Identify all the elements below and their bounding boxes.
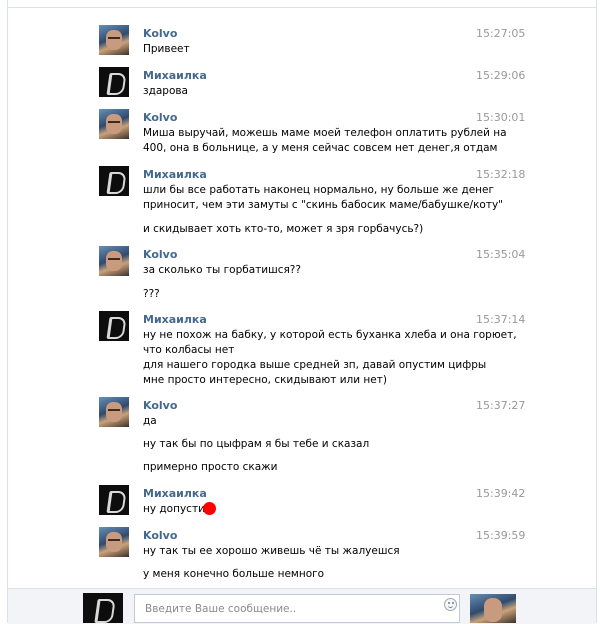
message-time: 15:39:59 <box>476 529 526 542</box>
message-time: 15:35:04 <box>476 248 526 261</box>
left-border <box>7 0 8 623</box>
message-time: 15:32:18 <box>476 168 526 181</box>
message-text: ну так бы по цыфрам я бы тебе и сказал <box>143 438 370 450</box>
my-avatar[interactable] <box>83 593 123 623</box>
avatar-kolvo[interactable] <box>99 397 129 427</box>
message-time: 15:39:42 <box>476 487 526 500</box>
message-time: 15:27:05 <box>476 27 526 40</box>
message-text: и скидывает хоть кто-то, может я зря гор… <box>143 223 424 235</box>
message-text: что колбасы нет <box>143 344 235 356</box>
message-text: Привеет <box>143 43 190 55</box>
message-text: шли бы все работать наконец нормально, н… <box>143 184 495 196</box>
message-text: да <box>143 415 157 427</box>
message-text: ну не похож на бабку, у которой есть бух… <box>143 329 517 341</box>
red-dot-icon <box>203 502 216 515</box>
author-name[interactable]: Kolvo <box>143 248 177 261</box>
right-border <box>596 0 597 623</box>
message-input[interactable] <box>143 600 437 618</box>
author-name[interactable]: Kolvo <box>143 111 177 124</box>
avatar-mihailka[interactable] <box>99 166 129 196</box>
message-text: для нашего городка выше средней зп, дава… <box>143 359 487 371</box>
author-name[interactable]: Kolvo <box>143 399 177 412</box>
message-text: здарова <box>143 85 188 97</box>
message-time: 15:29:06 <box>476 69 526 82</box>
message-text: за сколько ты горбатишся?? <box>143 264 301 276</box>
message-text: у меня конечно больше немного <box>143 568 325 580</box>
avatar-kolvo[interactable] <box>99 246 129 276</box>
author-name[interactable]: Kolvo <box>143 27 177 40</box>
message-text: примерно просто скажи <box>143 461 278 473</box>
author-name[interactable]: Михаилка <box>143 313 207 326</box>
message-text: приносит, чем эти замуты с "скинь бабоси… <box>143 199 503 211</box>
author-name[interactable]: Михаилка <box>143 168 207 181</box>
avatar-kolvo[interactable] <box>99 109 129 139</box>
top-divider <box>7 7 597 8</box>
message-text: Миша выручай, можешь маме моей телефон о… <box>143 127 507 139</box>
message-time: 15:37:27 <box>476 399 526 412</box>
avatar-mihailka[interactable] <box>99 311 129 341</box>
avatar-mihailka[interactable] <box>99 67 129 97</box>
message-text: ??? <box>143 288 160 300</box>
author-name[interactable]: Михаилка <box>143 69 207 82</box>
author-name[interactable]: Михаилка <box>143 487 207 500</box>
partner-avatar[interactable] <box>470 594 516 623</box>
author-name[interactable]: Kolvo <box>143 529 177 542</box>
avatar-kolvo[interactable] <box>99 25 129 55</box>
message-text: мне просто интересно, скидывают или нет) <box>143 374 387 386</box>
message-text: 400, она в больнице, а у меня сейчас сов… <box>143 142 498 154</box>
message-time: 15:37:14 <box>476 313 526 326</box>
message-input-box[interactable] <box>134 594 460 623</box>
message-time: 15:30:01 <box>476 111 526 124</box>
avatar-kolvo[interactable] <box>99 527 129 557</box>
smiley-icon[interactable] <box>444 598 457 611</box>
message-text: ну так ты ее хорошо живешь чё ты жалуешс… <box>143 545 400 557</box>
avatar-mihailka[interactable] <box>99 485 129 515</box>
